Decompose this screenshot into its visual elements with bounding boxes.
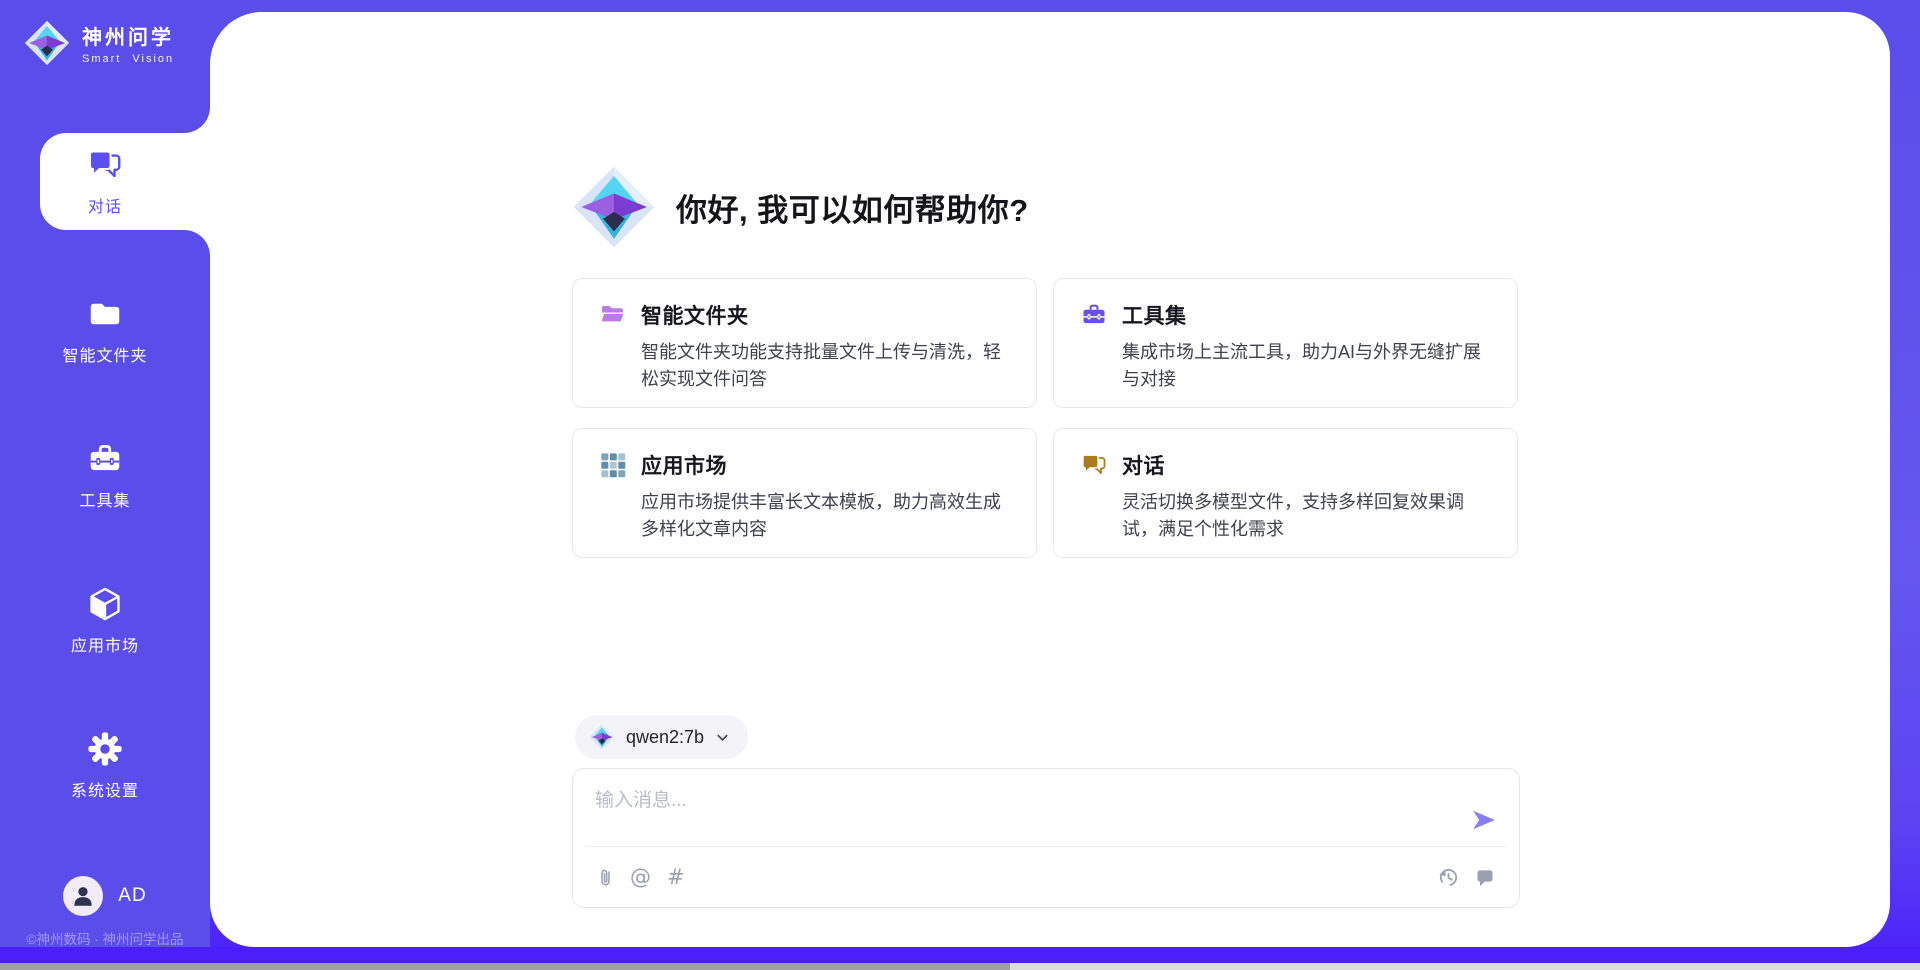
card-title: 智能文件夹 bbox=[641, 300, 749, 330]
conversations-button[interactable] bbox=[1475, 864, 1495, 890]
sidebar-item-app-market[interactable]: 应用市场 bbox=[0, 570, 210, 670]
toolbox-icon bbox=[86, 440, 124, 478]
card-smart-folder[interactable]: 智能文件夹 智能文件夹功能支持批量文件上传与清洗，轻松实现文件问答 bbox=[572, 278, 1037, 408]
model-logo-icon bbox=[589, 724, 615, 750]
sidebar-item-settings[interactable]: 系统设置 bbox=[0, 715, 210, 815]
user-profile[interactable]: AD bbox=[0, 875, 210, 917]
message-input[interactable] bbox=[595, 785, 1443, 841]
brand-name: 神州问学 bbox=[82, 21, 174, 50]
chat-square-icon bbox=[1475, 867, 1495, 887]
sidebar-item-toolset[interactable]: 工具集 bbox=[0, 425, 210, 525]
app-window: 神州问学 Smart Vision 对话 智能文件夹 bbox=[0, 0, 1920, 970]
card-description: 智能文件夹功能支持批量文件上传与清洗，轻松实现文件问答 bbox=[641, 339, 1010, 393]
card-title: 应用市场 bbox=[641, 450, 727, 480]
cube-icon bbox=[86, 585, 124, 623]
person-icon bbox=[70, 883, 96, 909]
message-composer: @ # bbox=[572, 768, 1520, 908]
sidebar-item-label: 工具集 bbox=[79, 487, 130, 511]
card-chat[interactable]: 对话 灵活切换多模型文件，支持多样回复效果调试，满足个性化需求 bbox=[1053, 428, 1518, 558]
sidebar: 神州问学 Smart Vision 对话 智能文件夹 bbox=[0, 0, 210, 963]
brand: 神州问学 Smart Vision bbox=[24, 20, 174, 66]
grid-icon bbox=[599, 451, 627, 479]
copyright: ©神州数码 · 神州问学出品 bbox=[0, 928, 210, 948]
gear-icon bbox=[86, 730, 124, 768]
send-button[interactable] bbox=[1469, 805, 1499, 835]
attachment-button[interactable] bbox=[597, 864, 614, 890]
paperclip-icon bbox=[597, 866, 614, 888]
folder-icon bbox=[86, 295, 124, 333]
sidebar-item-label: 系统设置 bbox=[71, 777, 139, 801]
card-app-market[interactable]: 应用市场 应用市场提供丰富长文本模板，助力高效生成多样化文章内容 bbox=[572, 428, 1037, 558]
send-icon bbox=[1471, 807, 1497, 833]
greeting-text: 你好, 我可以如何帮助你? bbox=[676, 185, 1029, 230]
chevron-down-icon bbox=[715, 730, 730, 745]
composer-toolbar: @ # bbox=[573, 847, 1519, 907]
chat-icon bbox=[1080, 451, 1108, 479]
brand-subtitle: Smart Vision bbox=[82, 53, 174, 65]
sidebar-item-label: 对话 bbox=[88, 193, 122, 217]
card-title: 工具集 bbox=[1122, 300, 1187, 330]
card-description: 应用市场提供丰富长文本模板，助力高效生成多样化文章内容 bbox=[641, 489, 1010, 543]
card-toolset[interactable]: 工具集 集成市场上主流工具，助力AI与外界无缝扩展与对接 bbox=[1053, 278, 1518, 408]
scrollbar-thumb[interactable] bbox=[0, 963, 1010, 970]
feature-cards: 智能文件夹 智能文件夹功能支持批量文件上传与清洗，轻松实现文件问答 工具集 集成… bbox=[572, 278, 1520, 558]
chat-icon bbox=[86, 146, 124, 184]
sidebar-item-label: 智能文件夹 bbox=[62, 342, 147, 366]
sidebar-item-smart-folder[interactable]: 智能文件夹 bbox=[0, 280, 210, 380]
brand-text: 神州问学 Smart Vision bbox=[82, 21, 174, 65]
folder-open-icon bbox=[599, 301, 627, 329]
toolbox-icon bbox=[1080, 301, 1108, 329]
history-icon bbox=[1438, 867, 1459, 888]
brand-logo-icon bbox=[24, 20, 70, 66]
hashtag-icon[interactable]: # bbox=[667, 864, 685, 890]
tab-curve-top bbox=[184, 107, 210, 133]
chat-home: 你好, 我可以如何帮助你? 智能文件夹 智能文件夹功能支持批量文件上传与清洗，轻… bbox=[572, 12, 1520, 947]
mention-icon[interactable]: @ bbox=[630, 864, 651, 890]
main-panel: 你好, 我可以如何帮助你? 智能文件夹 智能文件夹功能支持批量文件上传与清洗，轻… bbox=[210, 12, 1890, 947]
card-description: 集成市场上主流工具，助力AI与外界无缝扩展与对接 bbox=[1122, 339, 1491, 393]
greeting: 你好, 我可以如何帮助你? bbox=[572, 162, 1029, 252]
horizontal-scrollbar[interactable] bbox=[0, 963, 1920, 970]
model-selector[interactable]: qwen2:7b bbox=[575, 715, 748, 759]
sidebar-item-chat[interactable]: 对话 bbox=[0, 133, 210, 230]
history-button[interactable] bbox=[1438, 864, 1459, 890]
card-description: 灵活切换多模型文件，支持多样回复效果调试，满足个性化需求 bbox=[1122, 489, 1491, 543]
card-title: 对话 bbox=[1122, 450, 1165, 480]
bottom-strip bbox=[0, 947, 1920, 963]
avatar bbox=[63, 876, 103, 916]
tab-curve-bottom bbox=[184, 230, 210, 256]
sidebar-item-label: 应用市场 bbox=[71, 632, 139, 656]
user-name: AD bbox=[118, 885, 146, 907]
assistant-logo-icon bbox=[572, 165, 656, 249]
model-name: qwen2:7b bbox=[626, 727, 704, 748]
